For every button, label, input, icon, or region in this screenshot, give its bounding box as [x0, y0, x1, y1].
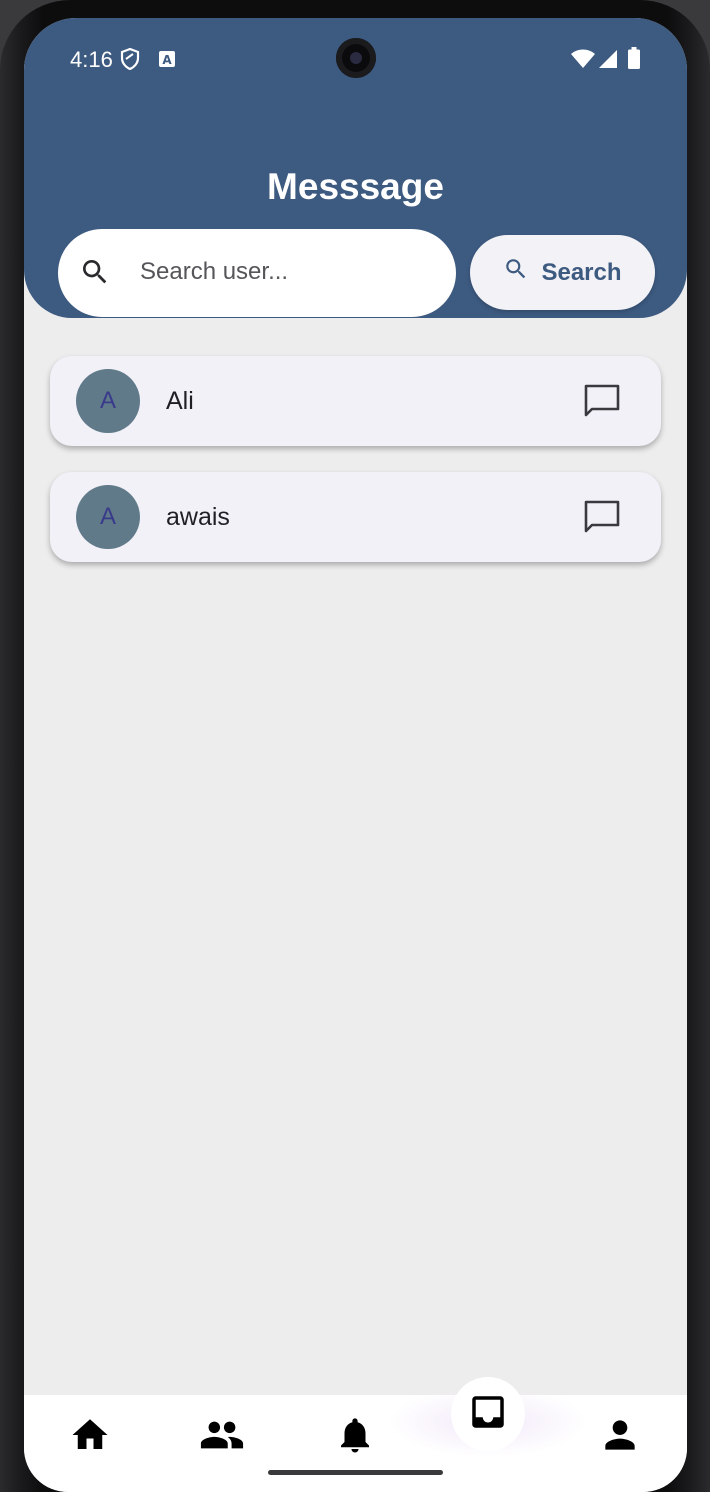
shield-icon	[120, 47, 140, 75]
search-icon	[503, 256, 529, 289]
home-indicator[interactable]	[268, 1470, 443, 1475]
wifi-icon	[570, 49, 596, 74]
user-name: awais	[166, 503, 230, 531]
nav-inbox[interactable]	[451, 1377, 525, 1451]
avatar: A	[76, 485, 140, 549]
user-name: Ali	[166, 387, 194, 415]
phone-frame: 4:16 A Messsage Search user... Search A …	[0, 0, 710, 1492]
notifications-icon	[334, 1414, 376, 1461]
avatar: A	[76, 369, 140, 433]
home-icon	[69, 1414, 111, 1461]
nav-profile[interactable]	[598, 1415, 642, 1459]
page-title: Messsage	[267, 166, 444, 207]
avatar-initial: A	[99, 503, 116, 530]
nav-home[interactable]	[68, 1415, 112, 1459]
search-field[interactable]	[58, 229, 456, 317]
status-bar: 4:16 A	[24, 18, 687, 98]
nav-notifications[interactable]	[333, 1415, 377, 1459]
user-list: A Ali A awais	[50, 356, 661, 588]
person-icon	[598, 1413, 642, 1462]
chat-bubble-icon[interactable]	[583, 383, 621, 424]
chat-bubble-icon[interactable]	[583, 499, 621, 540]
header: 4:16 A Messsage Search user... Search	[24, 18, 687, 318]
user-card[interactable]: A Ali	[50, 356, 661, 446]
nav-people[interactable]	[200, 1415, 244, 1459]
people-icon	[199, 1412, 245, 1463]
search-input[interactable]	[140, 249, 440, 295]
bottom-nav	[24, 1377, 687, 1492]
inbox-icon	[467, 1391, 509, 1438]
app-screen: 4:16 A Messsage Search user... Search A …	[24, 18, 687, 1492]
battery-icon	[628, 47, 640, 74]
user-card[interactable]: A awais	[50, 472, 661, 562]
search-button-label: Search	[541, 258, 622, 286]
search-button[interactable]: Search	[470, 235, 655, 310]
search-icon	[79, 256, 111, 293]
avatar-initial: A	[99, 387, 116, 414]
status-time: 4:16	[70, 47, 113, 72]
keyboard-a-icon: A	[158, 50, 176, 73]
front-camera	[336, 38, 376, 78]
svg-text:A: A	[162, 53, 172, 67]
signal-icon	[598, 49, 618, 74]
